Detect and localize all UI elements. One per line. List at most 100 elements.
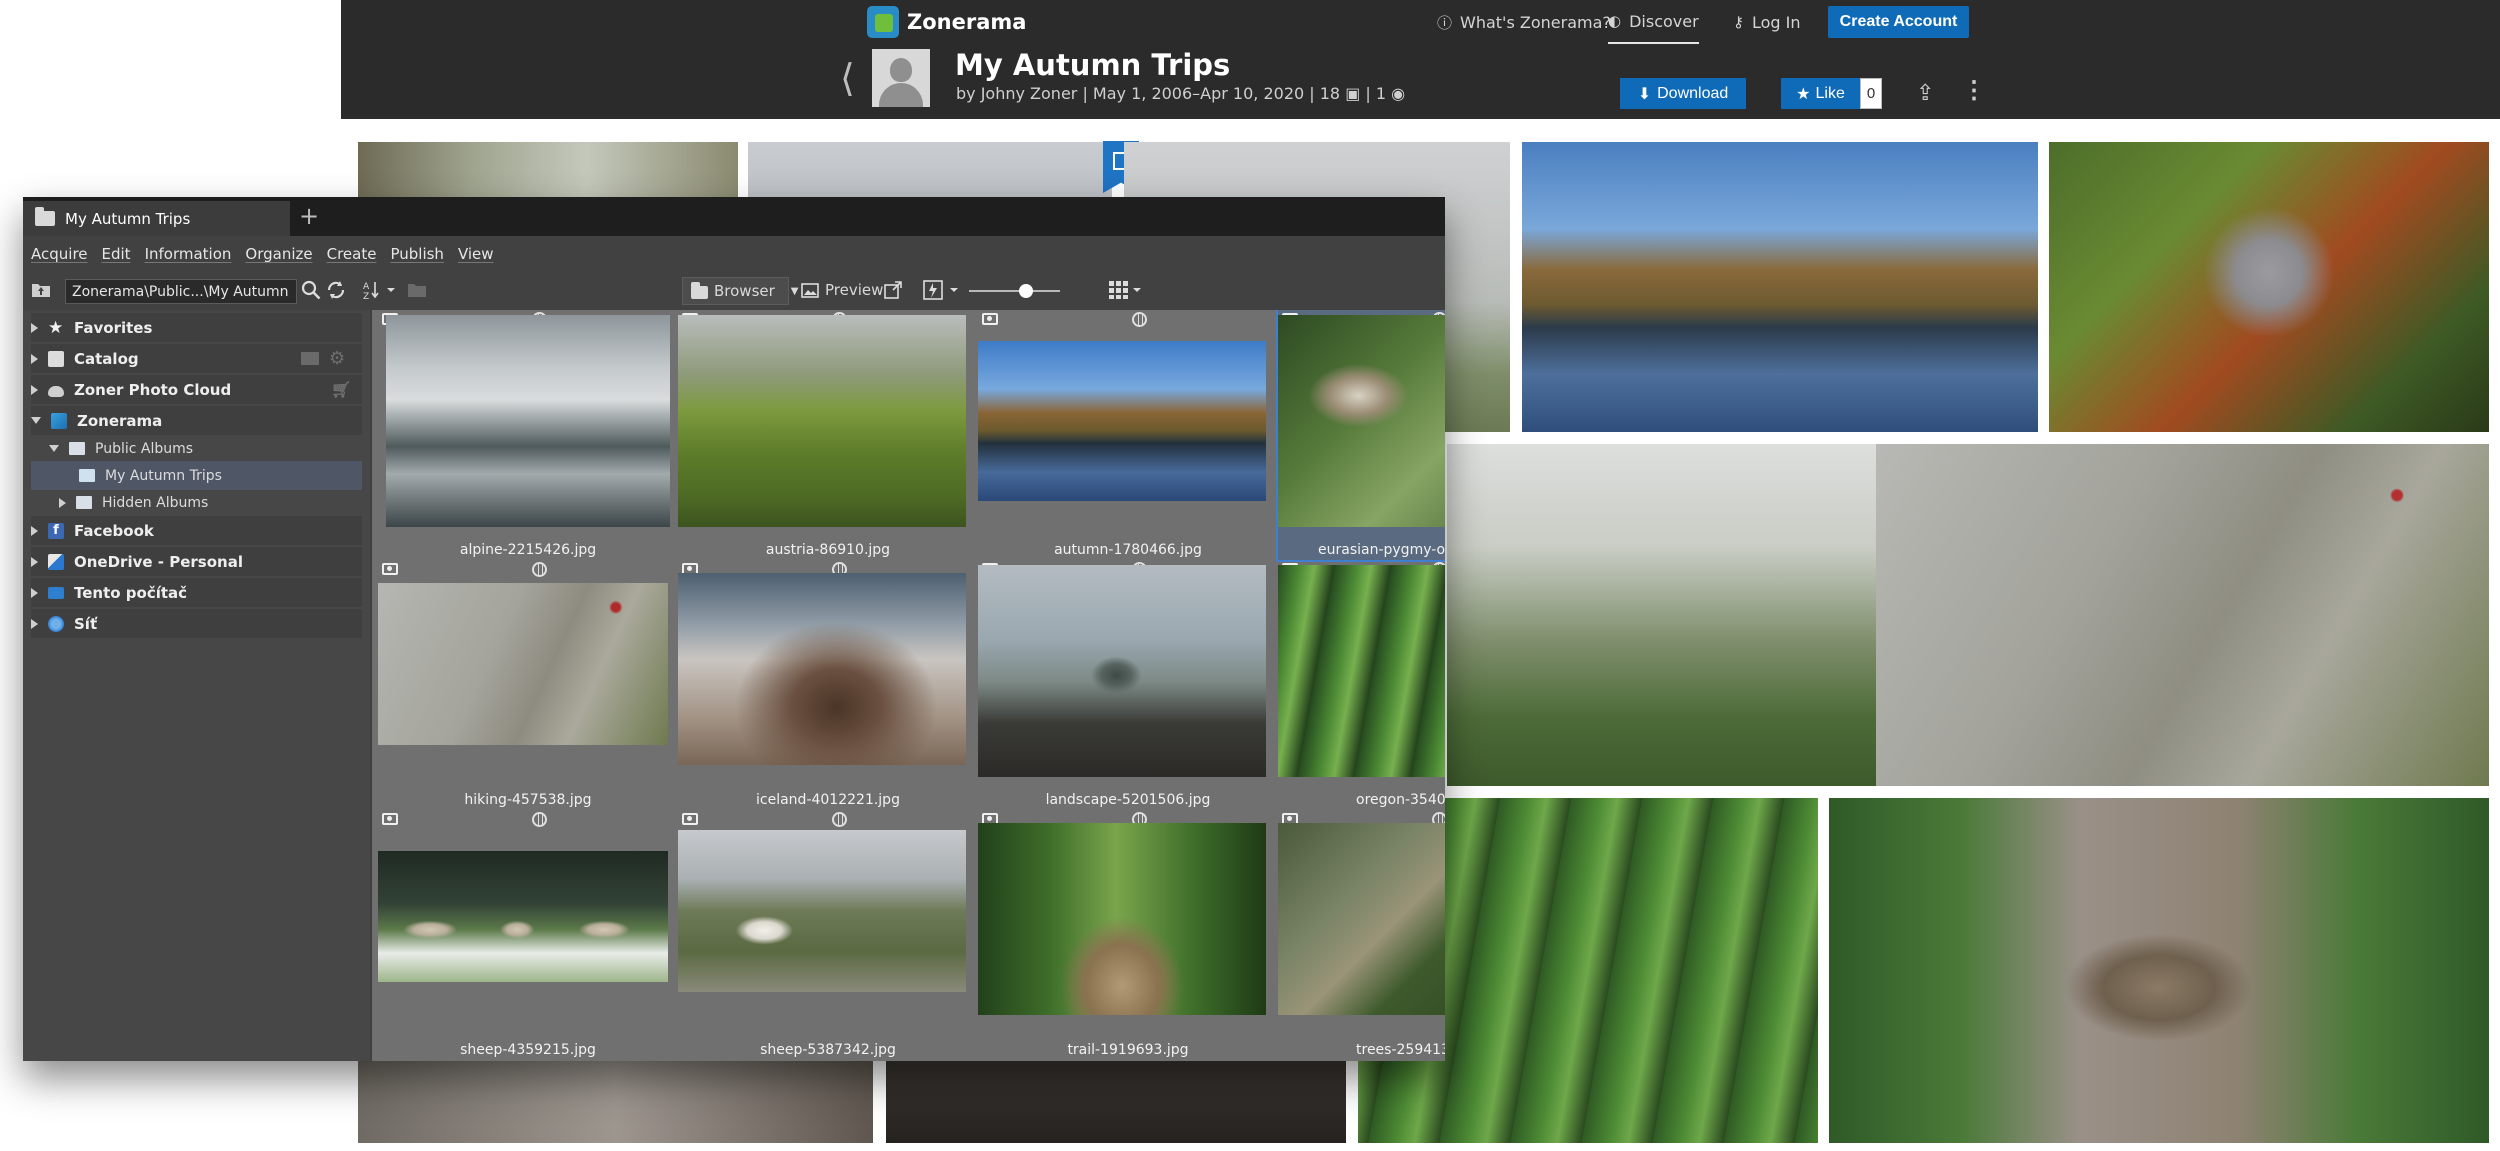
thumbnail-cell[interactable]: iceland-4012221.jpg	[678, 560, 978, 810]
zonerama-logo[interactable]: Zonerama	[867, 6, 1026, 38]
computer-icon	[48, 586, 64, 599]
tree-item-catalog[interactable]: Catalog ⚙	[31, 344, 362, 373]
gallery-photo[interactable]	[886, 1060, 1346, 1143]
search-icon[interactable]	[301, 280, 321, 300]
thumbnail-image[interactable]	[1278, 823, 1445, 1015]
expand-arrow-icon[interactable]	[31, 384, 38, 395]
menu-acquire[interactable]: Acquire	[31, 245, 88, 263]
folder-icon	[69, 442, 85, 455]
catalog-folder-icon[interactable]	[301, 352, 319, 365]
thumbnail-image[interactable]	[1278, 565, 1445, 777]
quick-fix-dropdown[interactable]	[923, 280, 963, 300]
expand-arrow-icon[interactable]	[31, 618, 38, 629]
expand-arrow-icon[interactable]	[31, 556, 38, 567]
grid-view-dropdown[interactable]	[1109, 281, 1143, 299]
new-folder-icon[interactable]	[407, 281, 427, 298]
gear-icon[interactable]: ⚙	[329, 348, 345, 369]
sort-icon[interactable]: AZ	[363, 280, 397, 300]
menu-information[interactable]: Information	[145, 245, 232, 263]
cart-icon[interactable]: 🛒︎	[331, 380, 351, 399]
thumbnail-image[interactable]	[386, 315, 670, 527]
thumbnail-image[interactable]	[378, 851, 668, 982]
nav-login[interactable]: ⚷ Log In	[1733, 0, 1801, 44]
collapse-arrow-icon[interactable]	[49, 445, 59, 452]
expand-arrow-icon[interactable]	[31, 587, 38, 598]
camera-icon	[982, 313, 998, 325]
tree-item-my-autumn-trips[interactable]: My Autumn Trips	[31, 461, 362, 490]
expand-arrow-icon[interactable]	[59, 497, 66, 508]
tree-item-facebook[interactable]: f Facebook	[31, 516, 362, 545]
thumbnail-image[interactable]	[978, 823, 1266, 1015]
create-account-button[interactable]: Create Account	[1828, 6, 1969, 38]
gallery-photo[interactable]	[1829, 798, 2489, 1143]
open-external-icon[interactable]	[884, 281, 902, 299]
nav-whats-label: What's Zonerama?	[1460, 12, 1611, 32]
preview-button[interactable]: Preview	[801, 281, 883, 299]
tree-item-zoner-photo-cloud[interactable]: Zoner Photo Cloud 🛒︎	[31, 375, 362, 404]
toolbar: AZ Browser ▼ Preview	[23, 272, 1445, 310]
expand-arrow-icon[interactable]	[31, 322, 38, 333]
thumbnail-cell[interactable]: sheep-4359215.jpg	[378, 810, 678, 1060]
thumbnail-cell[interactable]: austria-86910.jpg	[678, 310, 978, 560]
tab-my-autumn-trips[interactable]: My Autumn Trips	[23, 201, 290, 236]
more-vertical-icon[interactable]: ⋮	[1962, 76, 1986, 105]
menu-edit[interactable]: Edit	[102, 245, 131, 263]
tree-item-onedrive[interactable]: OneDrive - Personal	[31, 547, 362, 576]
thumbnail-cell[interactable]: alpine-2215426.jpg	[378, 310, 678, 560]
thumbnail-image[interactable]	[978, 341, 1266, 501]
tree-item-network[interactable]: Síť	[31, 609, 362, 638]
gallery-photo[interactable]	[2049, 142, 2489, 432]
download-button[interactable]: ⬇ Download	[1620, 78, 1746, 109]
path-input[interactable]	[65, 279, 297, 304]
tree-item-favorites[interactable]: ★ Favorites	[31, 313, 362, 342]
network-icon	[48, 615, 64, 632]
menu-create[interactable]: Create	[327, 245, 377, 263]
menu-publish[interactable]: Publish	[390, 245, 443, 263]
nav-discover[interactable]: ◐ Discover	[1608, 0, 1699, 44]
thumbnail-size-slider[interactable]	[969, 290, 1060, 292]
thumbnail-cell[interactable]: oregon-35408	[1278, 560, 1445, 810]
gallery-photo[interactable]	[1522, 142, 2038, 432]
thumbnail-image[interactable]	[1278, 315, 1445, 527]
tree-item-zonerama[interactable]: Zonerama	[31, 406, 362, 435]
thumbnail-cell[interactable]: sheep-5387342.jpg	[678, 810, 978, 1060]
refresh-icon[interactable]	[325, 279, 347, 301]
thumbnail-size-slider-knob[interactable]	[1019, 284, 1034, 298]
collapse-arrow-icon[interactable]	[31, 417, 41, 424]
tree-item-this-computer[interactable]: Tento počítač	[31, 578, 362, 607]
thumbnail-cell[interactable]: trees-259413	[1278, 810, 1445, 1060]
tree-label: Tento počítač	[74, 583, 188, 602]
thumbnail-image[interactable]	[378, 583, 668, 745]
nav-whats-zonerama[interactable]: ⓘ What's Zonerama?	[1437, 0, 1611, 44]
menu-organize[interactable]: Organize	[245, 245, 312, 263]
thumbnail-cell[interactable]: hiking-457538.jpg	[378, 560, 678, 810]
go-up-folder-icon[interactable]	[31, 280, 51, 298]
like-button[interactable]: ★ Like	[1781, 78, 1860, 109]
tree-item-hidden-albums[interactable]: Hidden Albums	[31, 488, 362, 517]
thumbnail-cell[interactable]: autumn-1780466.jpg	[978, 310, 1278, 560]
gallery-photo[interactable]	[358, 1060, 873, 1143]
file-name: autumn-1780466.jpg	[1054, 542, 1202, 558]
svg-text:Z: Z	[363, 292, 369, 300]
expand-arrow-icon[interactable]	[31, 525, 38, 536]
tree-item-public-albums[interactable]: Public Albums	[31, 434, 362, 463]
menu-bar: Acquire Edit Information Organize Create…	[23, 236, 1445, 272]
share-icon[interactable]: ⇪	[1916, 80, 1934, 106]
thumbnail-cell[interactable]: landscape-5201506.jpg	[978, 560, 1278, 810]
thumbnail-image[interactable]	[678, 830, 966, 992]
back-chevron-icon[interactable]: ⟨	[840, 56, 855, 100]
thumbnail-cell-selected[interactable]: eurasian-pygmy-owl	[1276, 310, 1445, 562]
browser-label: Browser	[714, 282, 775, 300]
browser-mode-dropdown[interactable]: Browser ▼	[682, 277, 799, 305]
thumbnail-image[interactable]	[678, 573, 966, 765]
gallery-photo[interactable]	[1876, 444, 2489, 786]
thumbnail-image[interactable]	[678, 315, 966, 527]
new-tab-plus-icon[interactable]: +	[299, 202, 319, 230]
menu-view[interactable]: View	[458, 245, 494, 263]
expand-arrow-icon[interactable]	[31, 353, 38, 364]
avatar[interactable]	[872, 49, 930, 107]
thumbnail-cell[interactable]: trail-1919693.jpg	[978, 810, 1278, 1060]
file-name: trail-1919693.jpg	[1067, 1042, 1189, 1058]
web-header: Zonerama ⓘ What's Zonerama? ◐ Discover ⚷…	[341, 0, 2500, 119]
thumbnail-image[interactable]	[978, 565, 1266, 777]
